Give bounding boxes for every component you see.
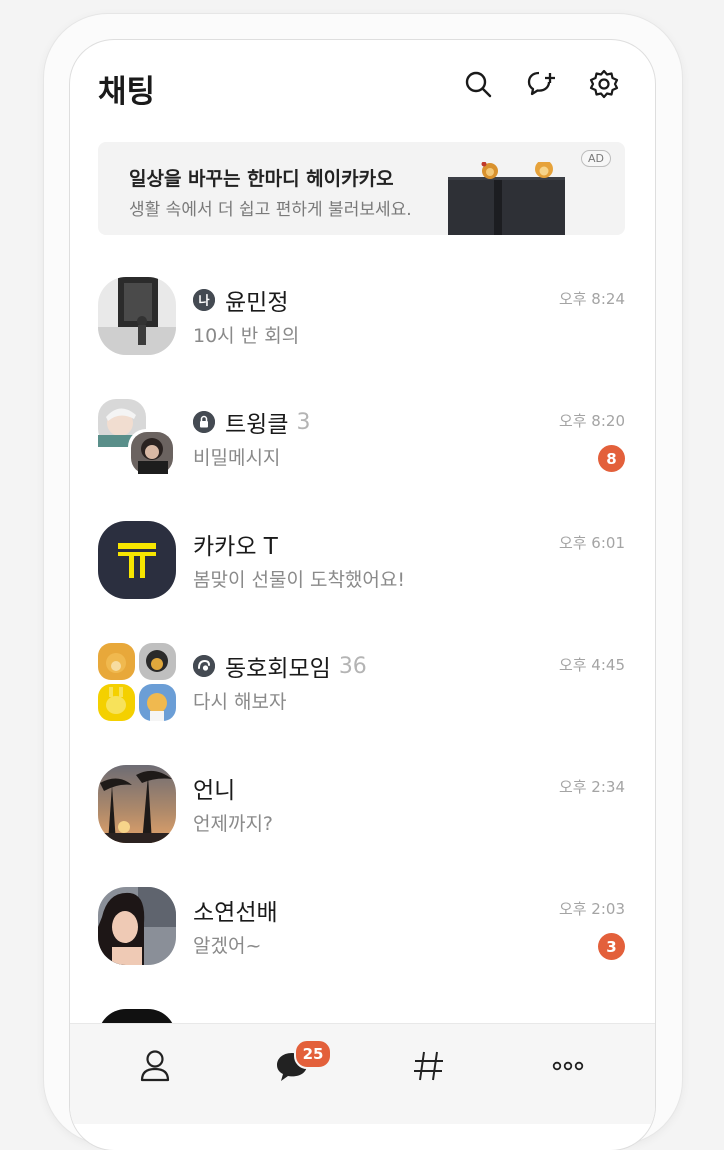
new-chat-icon[interactable] (526, 68, 558, 100)
avatar (98, 277, 176, 355)
open-chat-icon (193, 655, 215, 677)
me-icon-label: 나 (198, 293, 209, 308)
ad-speaker-image (448, 160, 565, 235)
more-tab-icon[interactable] (546, 1044, 590, 1088)
lock-icon (193, 411, 215, 433)
member-count: 3 (296, 409, 311, 435)
chat-row-club-meeting[interactable]: 동호회모임 36 다시 해보자 오후 4:45 (70, 629, 655, 751)
ad-subtitle: 생활 속에서 더 쉽고 편하게 불러보세요. (129, 200, 412, 220)
chat-preview: 봄맞이 선물이 도착했어요! (193, 569, 405, 591)
chat-name: 윤민정 (225, 290, 289, 316)
chat-row-kakao-t[interactable]: 카카오 T 봄맞이 선물이 도착했어요! 오후 6:01 (70, 507, 655, 629)
chats-unread-badge: 25 (294, 1039, 332, 1069)
member-count: 36 (338, 653, 367, 679)
chat-name: 동호회모임 (225, 656, 331, 682)
chat-preview: 다시 해보자 (193, 691, 287, 713)
me-icon: 나 (193, 289, 215, 311)
chat-row-twinkle[interactable]: 트윙클 3 비밀메시지 오후 8:20 8 (70, 385, 655, 507)
ad-banner[interactable]: 일상을 바꾸는 한마디 헤이카카오 생활 속에서 더 쉽고 편하게 불러보세요.… (98, 142, 625, 235)
settings-icon[interactable] (588, 68, 620, 100)
search-icon[interactable] (462, 68, 494, 100)
unread-badge: 3 (598, 933, 625, 960)
chat-row-yoonminjung[interactable]: 나 윤민정 10시 반 회의 오후 8:24 (70, 263, 655, 385)
avatar (98, 887, 176, 965)
chat-time: 오후 6:01 (558, 534, 625, 552)
chat-name: 언니 (193, 778, 236, 804)
chat-preview: 언제까지? (193, 813, 274, 835)
chat-row-unni[interactable]: 언니 언제까지? 오후 2:34 (70, 751, 655, 873)
ad-label-badge: AD (581, 150, 611, 167)
chat-time: 오후 2:03 (558, 900, 625, 918)
group-avatar (98, 399, 176, 477)
unread-badge: 8 (598, 445, 625, 472)
chat-name: 트윙클 (225, 412, 289, 438)
kakao-t-logo-icon (98, 521, 176, 599)
chat-name: 소연선배 (193, 900, 278, 926)
friends-tab-icon[interactable] (133, 1044, 177, 1088)
chat-preview: 10시 반 회의 (193, 325, 300, 347)
chat-preview: 비밀메시지 (193, 447, 281, 469)
bottom-tab-bar: 25 (70, 1023, 655, 1124)
avatar (98, 765, 176, 843)
chat-time: 오후 2:34 (558, 778, 625, 796)
chat-row-soyeon-senior[interactable]: 소연선배 알겠어~ 오후 2:03 3 (70, 873, 655, 995)
chat-name: 카카오 T (193, 534, 278, 560)
phone-screen: 채팅 일상을 바꾸는 한마디 헤이카카오 생활 속에서 더 쉽고 편하게 불러보… (70, 40, 655, 1150)
chat-time: 오후 4:45 (558, 656, 625, 674)
openchat-tab-icon[interactable] (407, 1044, 451, 1088)
page-title: 채팅 (98, 74, 156, 110)
chat-time: 오후 8:24 (558, 290, 625, 308)
group-avatar (98, 643, 176, 721)
header: 채팅 (70, 40, 655, 132)
ad-title: 일상을 바꾸는 한마디 헤이카카오 (129, 168, 394, 190)
chat-time: 오후 8:20 (558, 412, 625, 430)
chat-preview: 알겠어~ (193, 935, 262, 957)
